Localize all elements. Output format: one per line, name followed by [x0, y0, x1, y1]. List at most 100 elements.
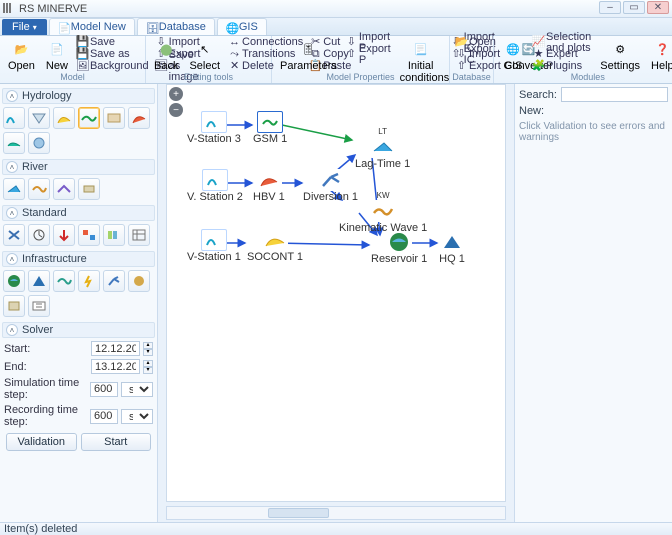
settings-button[interactable]: ⚙Settings	[596, 37, 644, 73]
main-area: ˄Hydrology ˄River ˄Standard ˄	[0, 84, 672, 522]
open-button[interactable]: 📂Open	[4, 37, 39, 73]
transition-icon: ⤳	[229, 49, 240, 60]
file-menu[interactable]: File	[2, 19, 47, 35]
pal-lagtime[interactable]	[3, 178, 25, 200]
maximize-button[interactable]: ▭	[623, 1, 645, 14]
folder-icon: 📂	[456, 37, 467, 48]
pal-group[interactable]	[103, 224, 125, 246]
tab-gis[interactable]: 🌐GIS	[217, 18, 267, 35]
pal-hbv[interactable]	[128, 107, 150, 129]
zoom-in-button[interactable]: +	[169, 87, 183, 101]
chevron-up-icon: ˄	[6, 207, 18, 219]
node-kinwave[interactable]: KWKinematic Wave 1	[339, 191, 427, 234]
right-panel: Search: New: Click Validation to see err…	[514, 84, 672, 522]
pal-swmm[interactable]	[3, 132, 25, 154]
pal-musk[interactable]	[53, 178, 75, 200]
pal-gsm[interactable]	[78, 107, 100, 129]
simstep-input[interactable]	[90, 382, 118, 397]
pal-other[interactable]	[28, 132, 50, 154]
pal-reservoir[interactable]	[3, 270, 25, 292]
pal-station[interactable]	[3, 107, 25, 129]
pal-snow[interactable]	[28, 107, 50, 129]
parameters-button[interactable]: 🎚Parameters	[276, 37, 341, 73]
node-lagtime[interactable]: LTLag-Time 1	[355, 127, 410, 170]
pal-riv4[interactable]	[78, 178, 100, 200]
background-button[interactable]: 🖼Background	[75, 61, 151, 72]
help-icon: ❓	[651, 38, 672, 60]
minimize-button[interactable]: –	[599, 1, 621, 14]
cursor-icon: ↖	[194, 38, 216, 60]
pal-source[interactable]	[53, 224, 75, 246]
chevron-up-icon: ˄	[6, 90, 18, 102]
node-socont[interactable]: SOCONT 1	[247, 229, 303, 263]
help-button[interactable]: ❓Help	[647, 37, 672, 73]
tab-database[interactable]: 🗄Database	[137, 18, 215, 35]
end-spinner[interactable]: ▴▾	[143, 360, 153, 374]
star-icon: ★	[533, 49, 544, 60]
saveas-icon: 💾	[77, 49, 88, 60]
left-panel: ˄Hydrology ˄River ˄Standard ˄	[0, 84, 158, 522]
back-button[interactable]: ⬤Back	[150, 37, 182, 73]
import-p-icon: ⇩	[346, 37, 357, 48]
validation-button[interactable]: Validation	[6, 433, 77, 451]
pal-hq[interactable]	[28, 270, 50, 292]
node-hq[interactable]: HQ 1	[439, 231, 465, 265]
node-gsm1[interactable]: GSM 1	[253, 111, 287, 145]
section-solver[interactable]: ˄Solver	[2, 322, 155, 338]
pal-diversion[interactable]	[103, 270, 125, 292]
scroll-thumb[interactable]	[268, 508, 329, 518]
canvas[interactable]: +− V-Station 3 GSM 1 L	[166, 84, 506, 502]
pal-struct[interactable]	[3, 295, 25, 317]
section-infra[interactable]: ˄Infrastructure	[2, 251, 155, 267]
close-button[interactable]: ✕	[647, 1, 669, 14]
model-icon: 📄	[58, 22, 68, 32]
tab-model[interactable]: 📄Model New	[49, 18, 135, 35]
chevron-up-icon: ˄	[6, 253, 18, 265]
pal-hbv2[interactable]	[103, 107, 125, 129]
node-hbv1[interactable]: HBV 1	[253, 169, 285, 203]
back-icon: ⬤	[155, 38, 177, 60]
recstep-input[interactable]	[90, 409, 118, 424]
section-standard[interactable]: ˄Standard	[2, 205, 155, 221]
save-button[interactable]: 💾Save	[75, 37, 151, 48]
zoom-out-button[interactable]: −	[169, 103, 183, 117]
pal-junction[interactable]	[3, 224, 25, 246]
select-button[interactable]: ↖Select	[185, 37, 224, 73]
section-river[interactable]: ˄River	[2, 159, 155, 175]
pal-comp[interactable]	[78, 224, 100, 246]
node-reservoir[interactable]: Reservoir 1	[371, 231, 427, 265]
group-label-editing: Editing tools	[146, 72, 271, 82]
chevron-up-icon: ˄	[6, 161, 18, 173]
pal-submodel[interactable]	[128, 224, 150, 246]
start-button[interactable]: Start	[81, 433, 152, 451]
node-vstation3[interactable]: V-Station 3	[187, 111, 241, 145]
end-input[interactable]	[91, 359, 140, 374]
pal-planner[interactable]	[28, 295, 50, 317]
export-p-icon: ⇧	[346, 49, 357, 60]
pal-consumer[interactable]	[128, 270, 150, 292]
pal-kinwave[interactable]	[28, 178, 50, 200]
recstep-unit[interactable]: sec.	[121, 409, 153, 424]
exportp-button[interactable]: ⇧Export P	[344, 49, 393, 60]
pal-turbine[interactable]	[53, 270, 75, 292]
plugins-button[interactable]: 🧩Plugins	[531, 61, 593, 72]
saveas-button[interactable]: 💾Save as	[75, 49, 151, 60]
pal-hydro[interactable]	[78, 270, 100, 292]
start-input[interactable]	[91, 341, 140, 356]
search-input[interactable]	[561, 87, 668, 102]
selplots-button[interactable]: 📈Selection and plots	[531, 37, 593, 48]
start-spinner[interactable]: ▴▾	[143, 342, 153, 356]
expert-button[interactable]: ★Expert	[531, 49, 593, 60]
pal-socont[interactable]	[53, 107, 75, 129]
node-vstation1[interactable]: V-Station 1	[187, 229, 241, 263]
section-hydrology[interactable]: ˄Hydrology	[2, 88, 155, 104]
save-icon: 💾	[77, 37, 88, 48]
node-vstation2[interactable]: V. Station 2	[187, 169, 243, 203]
simstep-unit[interactable]: sec.	[121, 382, 153, 397]
pal-time[interactable]	[28, 224, 50, 246]
h-scrollbar[interactable]	[166, 506, 506, 520]
database-icon: 🗄	[146, 22, 156, 32]
gis-button[interactable]: 🌐GIS	[498, 37, 528, 73]
gis-icon: 🌐	[502, 38, 524, 60]
new-button[interactable]: 📄New	[42, 37, 72, 73]
